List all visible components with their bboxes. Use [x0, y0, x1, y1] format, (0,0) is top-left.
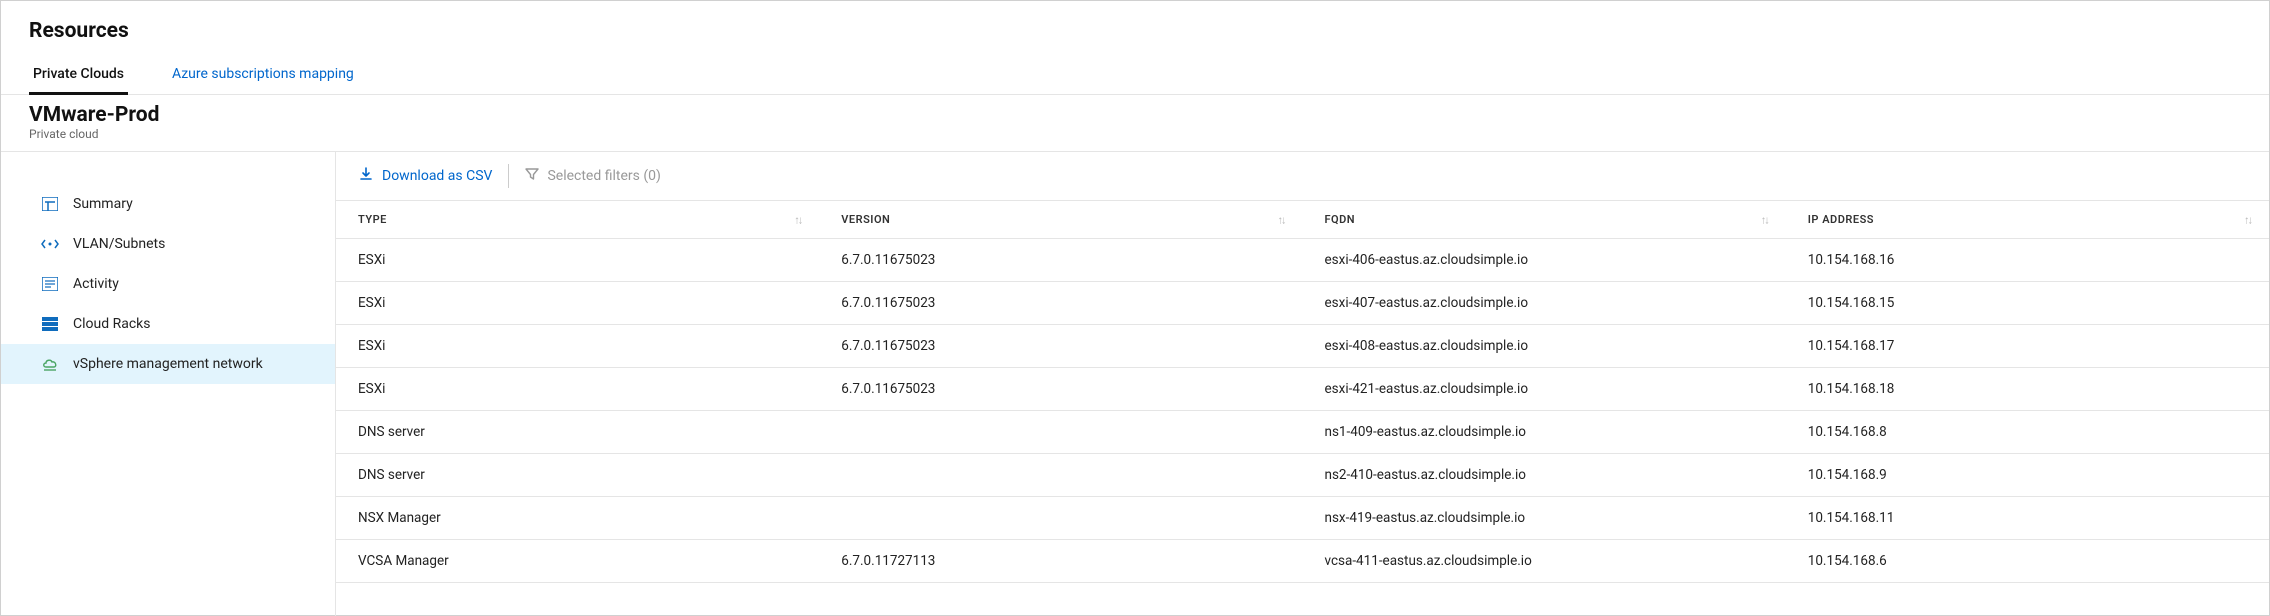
filter-indicator[interactable]: Selected filters (0) [525, 167, 660, 185]
table-row[interactable]: ESXi6.7.0.11675023esxi-408-eastus.az.clo… [336, 325, 2269, 368]
download-csv-label: Download as CSV [382, 168, 492, 184]
cell-version: 6.7.0.11675023 [819, 368, 1302, 411]
table-row[interactable]: VCSA Manager6.7.0.11727113vcsa-411-eastu… [336, 540, 2269, 583]
cell-version: 6.7.0.11675023 [819, 239, 1302, 282]
cell-type: ESXi [336, 368, 819, 411]
vlan-icon [41, 237, 59, 251]
sort-icon: ↑↓ [1278, 213, 1285, 226]
sub-subtitle: Private cloud [29, 127, 2241, 141]
cell-fqdn: esxi-408-eastus.az.cloudsimple.io [1303, 325, 1786, 368]
table-row[interactable]: ESXi6.7.0.11675023esxi-406-eastus.az.clo… [336, 239, 2269, 282]
filter-label: Selected filters (0) [547, 168, 660, 184]
cell-fqdn: esxi-407-eastus.az.cloudsimple.io [1303, 282, 1786, 325]
sidebar-item-label: Cloud Racks [73, 316, 150, 332]
cell-fqdn: vcsa-411-eastus.az.cloudsimple.io [1303, 540, 1786, 583]
cell-type: DNS server [336, 454, 819, 497]
vsphere-icon [41, 357, 59, 371]
table-row[interactable]: ESXi6.7.0.11675023esxi-421-eastus.az.clo… [336, 368, 2269, 411]
sort-icon: ↑↓ [2244, 213, 2251, 226]
toolbar-divider [508, 164, 509, 188]
col-header-type[interactable]: TYPE ↑↓ [336, 201, 819, 239]
cloud-racks-icon [41, 317, 59, 331]
cell-version [819, 454, 1302, 497]
cell-fqdn: ns2-410-eastus.az.cloudsimple.io [1303, 454, 1786, 497]
toolbar: Download as CSV Selected filters (0) [336, 152, 2269, 200]
sidebar-item-label: Activity [73, 276, 119, 292]
cell-version [819, 411, 1302, 454]
content-area: Download as CSV Selected filters (0) TYP… [336, 152, 2269, 616]
cell-version: 6.7.0.11727113 [819, 540, 1302, 583]
download-csv-button[interactable]: Download as CSV [358, 166, 492, 186]
sidebar-item-cloud-racks[interactable]: Cloud Racks [1, 304, 335, 344]
sidebar-item-vsphere-network[interactable]: vSphere management network [1, 344, 335, 384]
activity-icon [41, 277, 59, 291]
cell-type: ESXi [336, 282, 819, 325]
cell-fqdn: esxi-406-eastus.az.cloudsimple.io [1303, 239, 1786, 282]
cell-type: DNS server [336, 411, 819, 454]
table-row[interactable]: NSX Manager nsx-419-eastus.az.cloudsimple… [336, 497, 2269, 540]
cell-type: ESXi [336, 325, 819, 368]
filter-icon [525, 167, 539, 185]
sidebar-item-label: VLAN/Subnets [73, 236, 165, 252]
cell-type: ESXi [336, 239, 819, 282]
table-row[interactable]: DNS server ns2-410-eastus.az.cloudsimple.… [336, 454, 2269, 497]
network-table: TYPE ↑↓ VERSION ↑↓ FQDN ↑↓ IP ADDRESS ↑↓ [336, 200, 2269, 583]
cell-type: VCSA Manager [336, 540, 819, 583]
sub-title: VMware-Prod [29, 103, 2241, 127]
cell-type: NSX Manager [336, 497, 819, 540]
sidebar-item-label: Summary [73, 196, 133, 212]
sidebar-item-vlan[interactable]: VLAN/Subnets [1, 224, 335, 264]
cell-ip: 10.154.168.11 [1786, 497, 2269, 540]
tab-azure-subscriptions[interactable]: Azure subscriptions mapping [168, 56, 358, 95]
cell-ip: 10.154.168.17 [1786, 325, 2269, 368]
cell-ip: 10.154.168.9 [1786, 454, 2269, 497]
tab-private-clouds[interactable]: Private Clouds [29, 56, 128, 95]
sub-header: VMware-Prod Private cloud [1, 95, 2269, 152]
cell-version: 6.7.0.11675023 [819, 282, 1302, 325]
cell-ip: 10.154.168.18 [1786, 368, 2269, 411]
col-header-version[interactable]: VERSION ↑↓ [819, 201, 1302, 239]
cell-ip: 10.154.168.15 [1786, 282, 2269, 325]
col-header-ip[interactable]: IP ADDRESS ↑↓ [1786, 201, 2269, 239]
sidebar-item-activity[interactable]: Activity [1, 264, 335, 304]
cell-version [819, 497, 1302, 540]
cell-ip: 10.154.168.8 [1786, 411, 2269, 454]
cell-ip: 10.154.168.6 [1786, 540, 2269, 583]
summary-icon [41, 197, 59, 211]
sidebar-item-summary[interactable]: Summary [1, 184, 335, 224]
sort-icon: ↑↓ [794, 213, 801, 226]
cell-ip: 10.154.168.16 [1786, 239, 2269, 282]
top-tabs: Private Clouds Azure subscriptions mappi… [1, 55, 2269, 95]
cell-fqdn: ns1-409-eastus.az.cloudsimple.io [1303, 411, 1786, 454]
download-icon [358, 166, 374, 186]
table-row[interactable]: DNS server ns1-409-eastus.az.cloudsimple.… [336, 411, 2269, 454]
sidebar: Summary VLAN/Subnets Activity Cloud Rack… [1, 152, 336, 616]
cell-fqdn: esxi-421-eastus.az.cloudsimple.io [1303, 368, 1786, 411]
cell-fqdn: nsx-419-eastus.az.cloudsimple.io [1303, 497, 1786, 540]
sort-icon: ↑↓ [1761, 213, 1768, 226]
sidebar-item-label: vSphere management network [73, 356, 263, 372]
page-title: Resources [1, 1, 2269, 55]
cell-version: 6.7.0.11675023 [819, 325, 1302, 368]
col-header-fqdn[interactable]: FQDN ↑↓ [1303, 201, 1786, 239]
table-row[interactable]: ESXi6.7.0.11675023esxi-407-eastus.az.clo… [336, 282, 2269, 325]
